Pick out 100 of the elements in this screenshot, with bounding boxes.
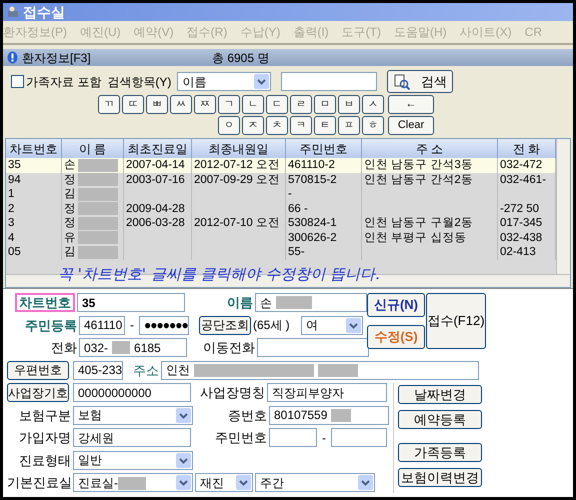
text-field[interactable]: 00000000000 [73, 383, 191, 402]
button[interactable]: 접수(F12) [426, 293, 486, 349]
table-cell: 유 [64, 230, 76, 245]
table-row[interactable]: 05 김 55- 02-413 [6, 245, 556, 260]
table-cell: 461110-2 [288, 158, 335, 172]
text-field[interactable]: 80107559 [269, 406, 389, 425]
keypad-key[interactable]: ㅉ [194, 95, 216, 114]
text-field[interactable]: 강세원 [73, 428, 191, 448]
text-field[interactable]: 35 [77, 293, 185, 312]
text-field[interactable]: 405-233 [73, 360, 123, 380]
redaction-block [331, 408, 352, 422]
keypad-key[interactable]: ㅌ [314, 116, 336, 135]
table-cell: 1 [8, 187, 14, 202]
chevron-down-icon [176, 408, 191, 423]
button[interactable]: 보험이력변경 [398, 468, 482, 487]
button[interactable]: 가족등록 [398, 443, 482, 462]
text-field[interactable]: 인천 [161, 360, 479, 380]
table-cell: 김 [64, 187, 76, 202]
chevron-down-icon [254, 74, 270, 89]
keypad-key[interactable]: ㄱ [218, 95, 240, 114]
column-header[interactable]: 주민번호 [286, 139, 362, 158]
keypad-key[interactable]: ㅅ [362, 95, 384, 114]
keypad-key[interactable]: ㄲ [98, 95, 120, 114]
keypad-key[interactable]: ㅋ [290, 116, 312, 135]
keypad-key[interactable]: ㅎ [362, 116, 384, 135]
keypad-key[interactable]: Clear [388, 116, 434, 135]
column-header[interactable]: 주 소 [362, 139, 498, 158]
keypad-key[interactable]: ㅍ [338, 116, 360, 135]
table-row[interactable]: 4 유 300626-2 인천 부평구 십정동 032-438 [6, 230, 556, 245]
keypad-key[interactable]: ㅃ [146, 95, 168, 114]
dropdown[interactable]: 여 [301, 316, 363, 335]
button[interactable]: 사업장기호 [7, 383, 69, 402]
table-cell: -272 50 [500, 202, 540, 216]
table-cell: 2007-09-29 오전 [194, 172, 280, 187]
column-header[interactable]: 이 름 [62, 139, 124, 158]
keypad-key[interactable]: ㅁ [314, 95, 336, 114]
column-header[interactable]: 최종내원일 [192, 139, 286, 158]
panel-title: 환자정보[F3] [22, 50, 92, 66]
dropdown[interactable]: 이름 [177, 72, 272, 91]
dropdown[interactable]: 보험 [73, 406, 193, 425]
table-cell: 032-438 [500, 230, 542, 245]
table-cell: 인천 남동구 간석3동 [364, 158, 473, 172]
field-label: 가입자명 [18, 429, 71, 447]
table-cell: 66 - [288, 202, 308, 216]
table-cell: 05 [8, 245, 21, 260]
keypad-key[interactable]: ㄴ [242, 95, 264, 114]
table-row[interactable]: 94 정 2003-07-16 2007-09-29 오전 570815-2 인천 남동구 간석2동 032-461- [6, 172, 556, 187]
handwritten-note: 꼭 '차트번호' 글씨를 클릭해야 수정창이 뜹니다. [58, 264, 380, 284]
keypad-key[interactable]: ㅂ [338, 95, 360, 114]
keypad-key[interactable]: ㅈ [242, 116, 264, 135]
separator: - [321, 430, 327, 447]
text-field[interactable] [269, 428, 317, 448]
field-label: 기본진료실 [7, 474, 71, 492]
family-checkbox[interactable] [11, 75, 24, 88]
keypad-key[interactable]: ㅊ [266, 116, 288, 135]
text-field[interactable]: 461110 [79, 316, 125, 335]
vertical-scrollbar[interactable] [556, 139, 570, 274]
table-row[interactable]: 3 정 2006-03-28 2012-07-10 오전 530824-1 인천 남동구 구월2동 017-345 [6, 216, 556, 230]
text-field[interactable] [331, 428, 387, 448]
table-cell: 570815-2 [288, 172, 337, 187]
table-row[interactable]: 2 정 2009-04-28 66 - -272 50 [6, 202, 556, 216]
dropdown[interactable]: 진료실- [73, 473, 193, 492]
text-field[interactable]: 032- 6185 [79, 338, 187, 358]
table-row[interactable]: 35 손 2007-04-14 2012-07-12 오전 461110-2 인천 남동구 간석3동 032-472 [6, 158, 556, 172]
button[interactable]: 날짜변경 [398, 385, 482, 404]
field-label: 이름 [226, 294, 253, 312]
field-label[interactable]: 차트번호 [15, 293, 75, 312]
button[interactable]: 우편번호 [7, 360, 69, 380]
dropdown[interactable]: 재진 [195, 473, 253, 492]
text-field[interactable] [257, 338, 369, 358]
table-cell: 2012-07-12 오전 [194, 158, 280, 172]
column-header[interactable]: 차트번호 [6, 139, 62, 158]
text-field[interactable]: 직장피부양자 [267, 383, 387, 402]
redaction-block [78, 188, 118, 201]
button[interactable]: 예약등록 [398, 410, 482, 429]
keypad-key[interactable]: ㅆ [170, 95, 192, 114]
column-header[interactable]: 최초진료일 [124, 139, 192, 158]
field-label: 증번호 [227, 406, 267, 424]
keypad-key[interactable]: ㅇ [218, 116, 240, 135]
dropdown[interactable]: 일반 [73, 450, 193, 470]
redaction-block [78, 202, 118, 216]
button[interactable]: 신규(N) [367, 293, 425, 317]
text-field[interactable]: 손 [255, 293, 367, 312]
button[interactable]: 공단조회 [199, 316, 251, 335]
dropdown[interactable]: 주간 [255, 473, 375, 492]
table-row[interactable]: 1 김 - [6, 187, 556, 202]
age-text: (65세 ) [253, 317, 291, 334]
separator: - [129, 317, 135, 334]
search-button[interactable]: 검색 [387, 70, 454, 93]
table-cell: 인천 남동구 간석2동 [364, 172, 473, 187]
table-cell: 김 [64, 245, 76, 260]
search-input[interactable] [281, 72, 378, 91]
table-cell: 2003-07-16 [126, 172, 185, 187]
keypad-key[interactable]: ㄸ [122, 95, 144, 114]
column-header[interactable]: 전 화 [498, 139, 556, 158]
table-cell: 2006-03-28 [126, 216, 185, 230]
text-field[interactable]: ●●●●●●● [139, 316, 189, 335]
keypad-key[interactable]: ㄷ [266, 95, 288, 114]
keypad-key[interactable]: ← [388, 95, 434, 114]
keypad-key[interactable]: ㄹ [290, 95, 312, 114]
